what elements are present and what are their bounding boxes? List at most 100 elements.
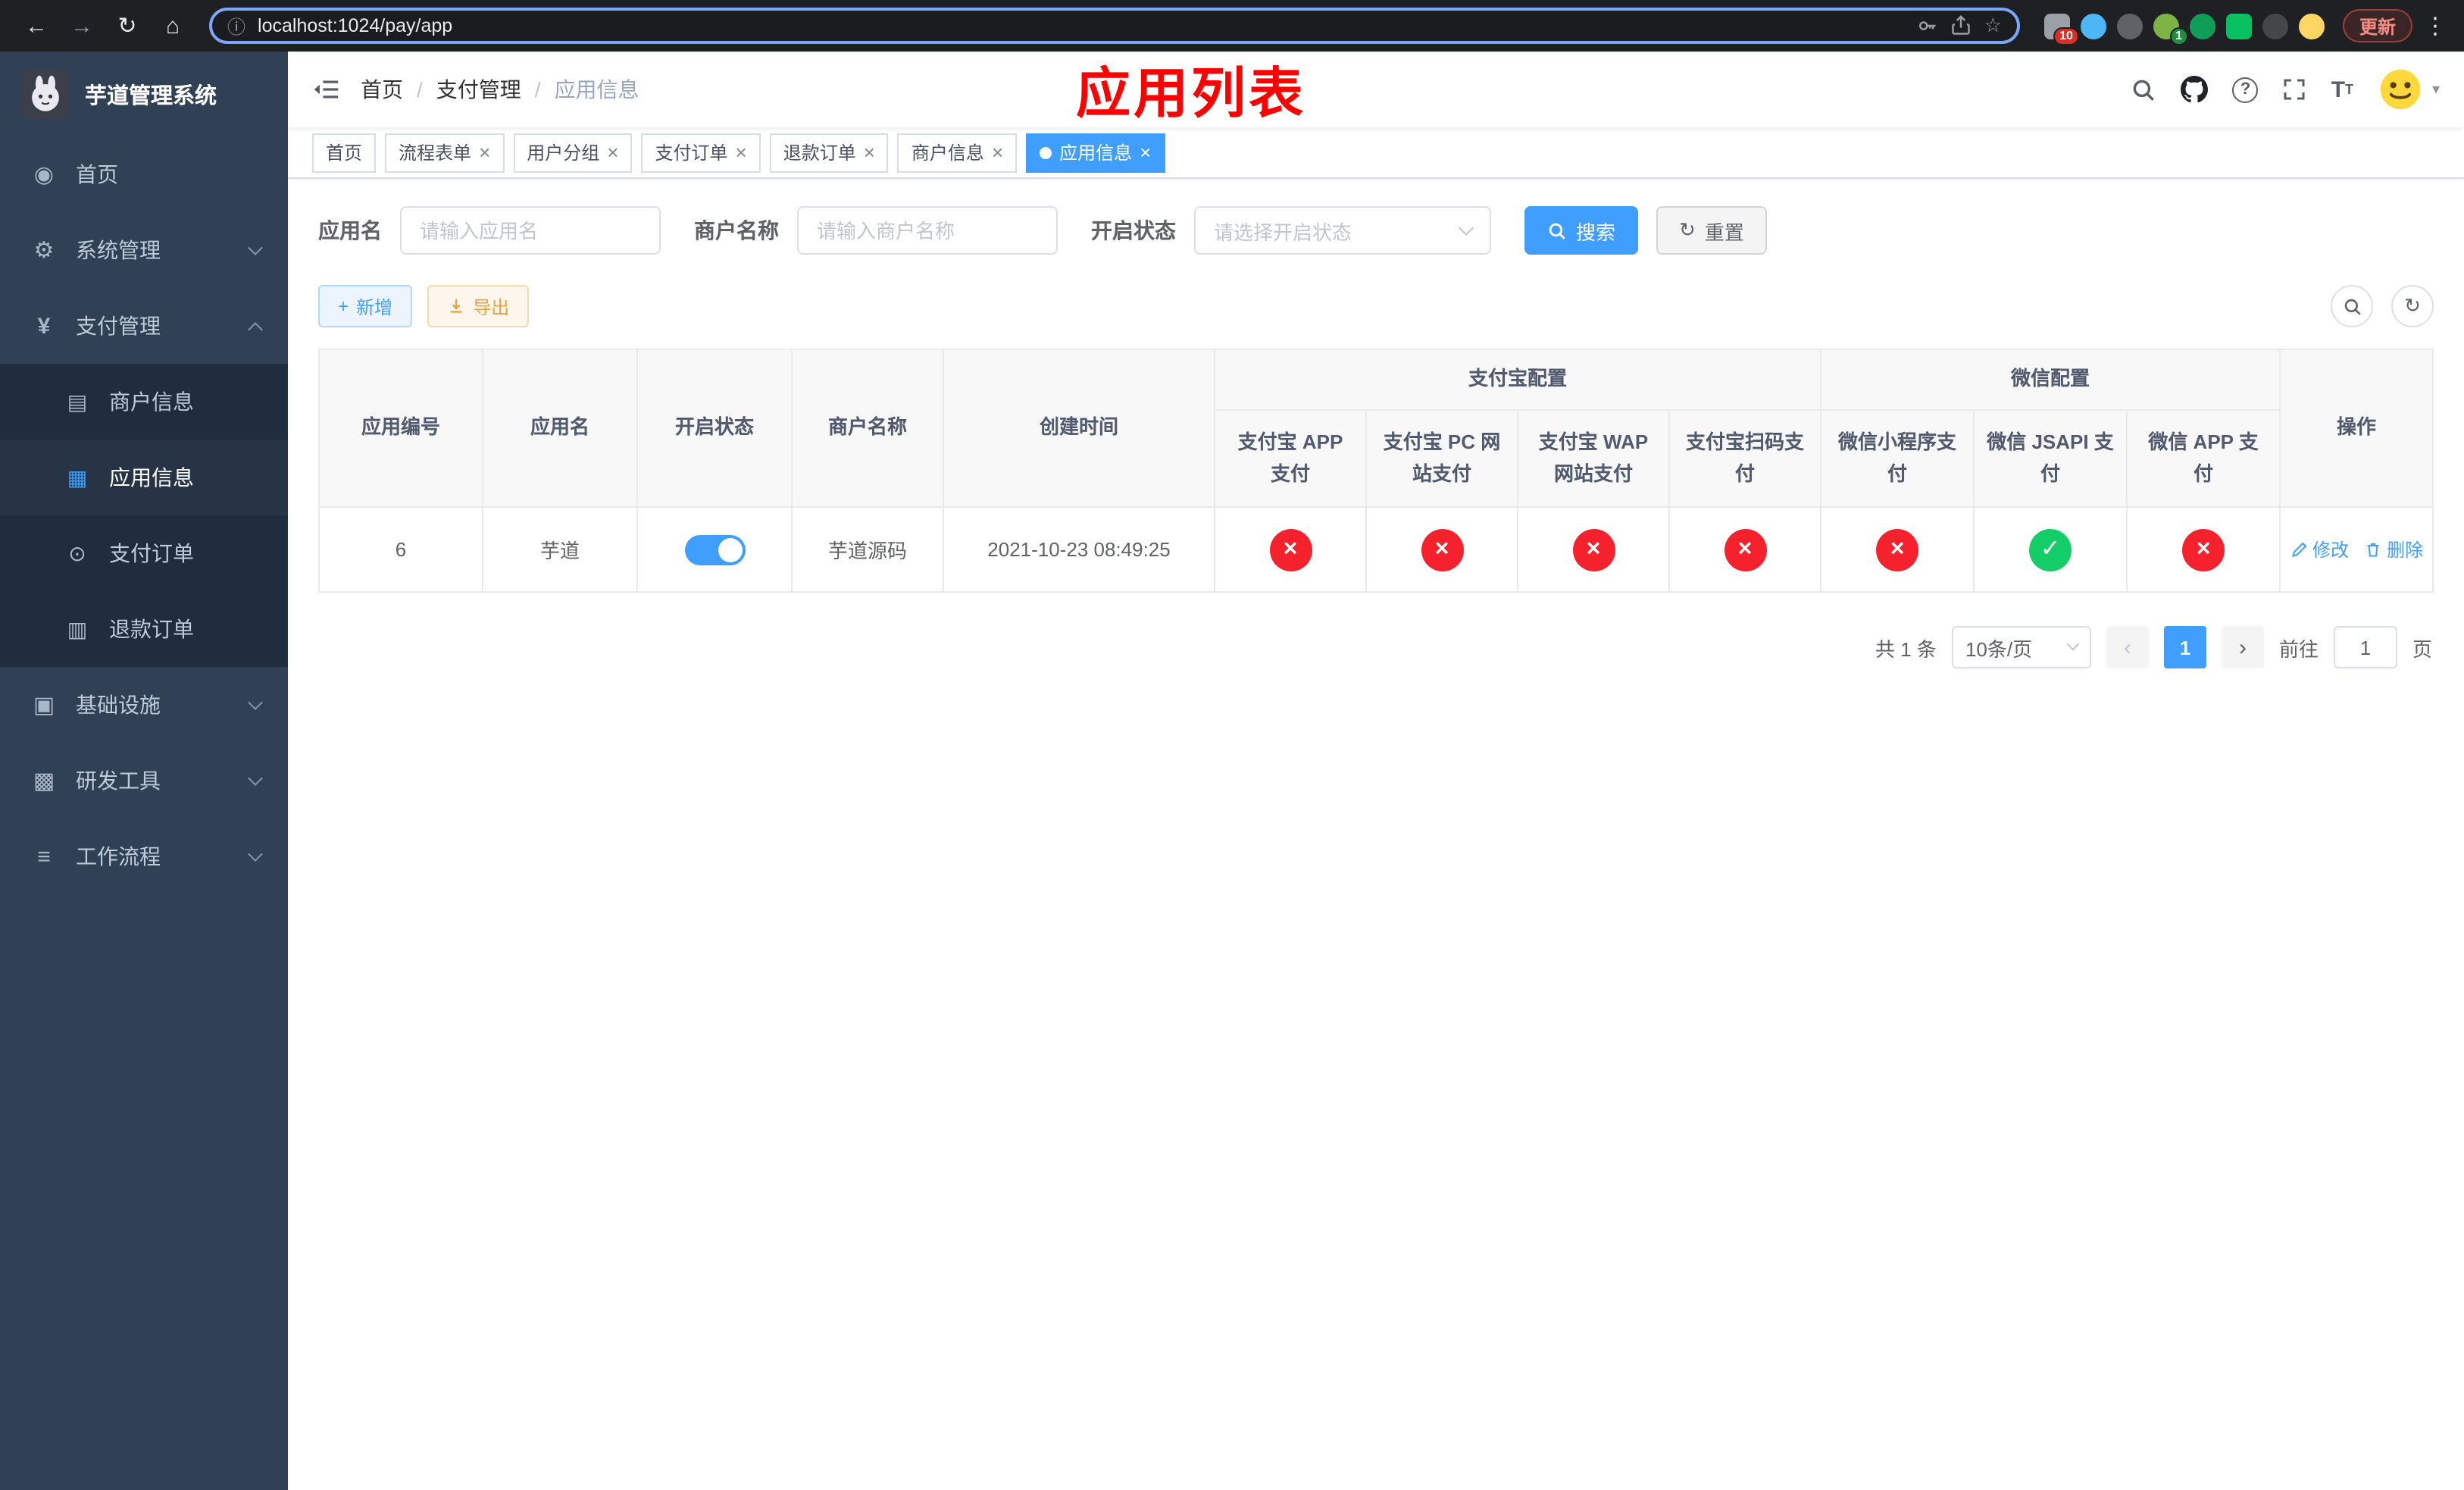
reset-button[interactable]: 重置 xyxy=(1656,206,1767,255)
sidebar-item-merchant-info[interactable]: 商户信息 xyxy=(0,364,288,440)
sidebar-item-workflow[interactable]: 工作流程 xyxy=(0,819,288,894)
sidebar-item-app-info[interactable]: 应用信息 xyxy=(0,440,288,515)
sidebar-fold-icon[interactable] xyxy=(312,77,339,102)
bookmark-star-icon[interactable] xyxy=(1984,14,2002,38)
sidebar-item-label: 研发工具 xyxy=(76,768,161,793)
show-search-toggle-button[interactable] xyxy=(2331,285,2373,327)
cell-actions: 修改 删除 xyxy=(2279,506,2434,593)
page-number-button[interactable]: 1 xyxy=(2163,626,2206,668)
browser-reload-icon[interactable] xyxy=(106,5,149,47)
breadcrumb-home[interactable]: 首页 xyxy=(361,74,403,105)
extension-wechat-icon[interactable] xyxy=(2225,13,2252,39)
extension-dark-icon[interactable] xyxy=(2116,13,2143,39)
page-size-select[interactable]: 10条/页 xyxy=(1951,626,2091,668)
prev-page-button[interactable] xyxy=(2106,626,2149,668)
tab-app-info[interactable]: 应用信息 xyxy=(1026,133,1165,172)
logo[interactable]: 芋道管理系统 xyxy=(0,52,288,136)
col-header-alipay-wap: 支付宝 WAP 网站支付 xyxy=(1517,409,1670,508)
tab-process-form[interactable]: 流程表单 xyxy=(385,133,505,172)
extensions-row: 10 1 xyxy=(2043,13,2325,45)
edit-link[interactable]: 修改 xyxy=(2290,537,2349,562)
search-button[interactable]: 搜索 xyxy=(1524,206,1639,255)
sidebar-item-home[interactable]: 首页 xyxy=(0,136,288,212)
edit-label: 修改 xyxy=(2312,540,2350,561)
sidebar-item-system[interactable]: 系统管理 xyxy=(0,212,288,288)
goto-label: 前往 xyxy=(2278,637,2319,660)
app-name-input[interactable] xyxy=(400,206,661,255)
extension-pin-icon[interactable] xyxy=(2262,13,2288,39)
page-content: 应用名 商户名称 开启状态 请选择开启状态 xyxy=(288,179,2464,1490)
yen-icon xyxy=(30,313,58,339)
reset-button-label: 重置 xyxy=(1704,221,1744,243)
add-button[interactable]: 新增 xyxy=(318,285,413,327)
close-icon[interactable] xyxy=(736,142,747,162)
export-button-label: 导出 xyxy=(473,296,510,318)
close-icon[interactable] xyxy=(864,142,875,162)
merchant-name-input[interactable] xyxy=(797,206,1058,255)
chevron-down-icon xyxy=(1459,221,1474,236)
sidebar-item-dev-tools[interactable]: 研发工具 xyxy=(0,743,288,819)
export-button[interactable]: 导出 xyxy=(427,285,530,327)
status-toggle[interactable] xyxy=(684,534,745,565)
next-page-button[interactable] xyxy=(2221,626,2264,668)
share-icon[interactable] xyxy=(1951,15,1972,36)
wechat-app-pay-status-icon: × xyxy=(2182,528,2225,571)
chevron-down-icon xyxy=(248,771,263,786)
extensions-puzzle-icon[interactable]: 10 xyxy=(2043,13,2079,45)
chevron-down-icon xyxy=(248,240,263,255)
font-size-icon[interactable]: TT xyxy=(2331,77,2353,102)
close-icon[interactable] xyxy=(1140,142,1151,162)
grid-icon xyxy=(64,465,91,490)
tab-user-group[interactable]: 用户分组 xyxy=(513,133,633,172)
alipay-pc-pay-status-icon: × xyxy=(1421,528,1463,571)
delete-link[interactable]: 删除 xyxy=(2364,537,2423,562)
tab-pay-order[interactable]: 支付订单 xyxy=(641,133,761,172)
browser-update-button[interactable]: 更新 xyxy=(2342,9,2412,42)
status-select[interactable]: 请选择开启状态 xyxy=(1194,206,1491,255)
col-header-action: 操作 xyxy=(2279,349,2434,508)
tab-label: 流程表单 xyxy=(399,142,472,164)
fullscreen-icon[interactable] xyxy=(2283,77,2307,102)
close-icon[interactable] xyxy=(479,142,490,162)
toolbox-icon xyxy=(30,767,58,794)
site-info-icon[interactable] xyxy=(227,13,245,39)
sidebar-item-pay-order[interactable]: 支付订单 xyxy=(0,515,288,591)
tab-merchant-info[interactable]: 商户信息 xyxy=(897,133,1018,172)
browser-menu-icon[interactable] xyxy=(2422,12,2449,39)
github-icon[interactable] xyxy=(2181,76,2209,103)
tab-label: 退款订单 xyxy=(783,142,856,164)
breadcrumb-section[interactable]: 支付管理 xyxy=(436,74,521,105)
col-group-wechat: 微信配置 xyxy=(1820,349,2281,411)
page-unit-label: 页 xyxy=(2412,637,2432,660)
tab-home[interactable]: 首页 xyxy=(312,133,377,172)
breadcrumb: 首页 / 支付管理 / 应用信息 xyxy=(361,74,639,105)
password-key-icon[interactable] xyxy=(1918,15,1939,36)
chevron-down-icon xyxy=(248,847,263,862)
browser-back-icon[interactable] xyxy=(15,5,58,47)
sidebar-item-infrastructure[interactable]: 基础设施 xyxy=(0,667,288,743)
cell-status xyxy=(636,506,793,593)
search-icon[interactable] xyxy=(2131,77,2157,102)
extension-green-circle-icon[interactable] xyxy=(2189,13,2215,39)
card-icon xyxy=(64,389,91,415)
address-bar[interactable]: localhost:1024/pay/app xyxy=(209,8,2020,44)
help-icon[interactable]: ? xyxy=(2232,77,2259,102)
url-text[interactable]: localhost:1024/pay/app xyxy=(258,15,1906,36)
close-icon[interactable] xyxy=(992,142,1003,162)
order-icon xyxy=(64,540,91,566)
extension-badge: 10 xyxy=(2053,27,2079,45)
extension-drop-icon[interactable] xyxy=(2080,13,2106,39)
filter-form: 应用名 商户名称 开启状态 请选择开启状态 xyxy=(318,206,2434,255)
close-icon[interactable] xyxy=(607,142,618,162)
extension-avatar-icon[interactable]: 1 xyxy=(2153,13,2188,45)
sidebar-item-payment[interactable]: 支付管理 xyxy=(0,288,288,364)
browser-home-icon[interactable] xyxy=(152,5,194,47)
browser-forward-icon[interactable] xyxy=(61,5,103,47)
search-button-label: 搜索 xyxy=(1576,221,1616,243)
user-menu[interactable] xyxy=(2377,67,2440,112)
sidebar-item-refund-order[interactable]: 退款订单 xyxy=(0,591,288,667)
tab-refund-order[interactable]: 退款订单 xyxy=(769,133,889,172)
goto-page-input[interactable] xyxy=(2333,626,2397,668)
extension-emoji-icon[interactable] xyxy=(2298,13,2325,39)
refresh-button[interactable] xyxy=(2391,285,2434,327)
